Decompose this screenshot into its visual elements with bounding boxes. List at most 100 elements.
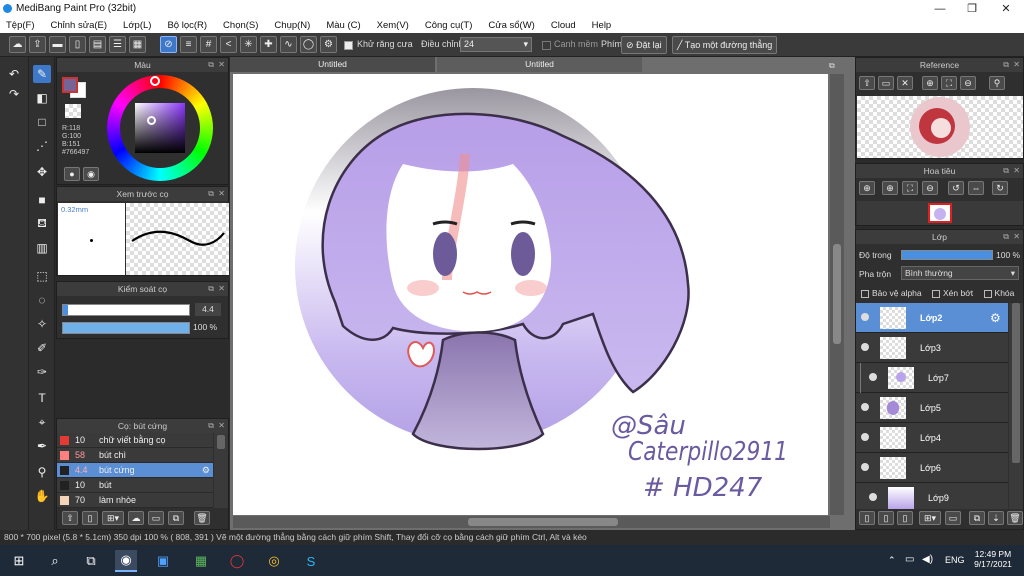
horizontal-scrollbar[interactable]: [233, 516, 830, 528]
brush-item-active[interactable]: 4.4 bút cứng ⚙: [57, 463, 213, 478]
layer-row-lop2[interactable]: Lớp2 ⚙: [856, 303, 1008, 333]
skype-icon[interactable]: S: [300, 550, 322, 572]
menu-color[interactable]: Màu (C): [326, 20, 360, 31]
hue-picker[interactable]: [150, 76, 160, 86]
zoom-out-icon[interactable]: ⊖: [922, 181, 938, 195]
eye-icon[interactable]: [869, 373, 877, 381]
eraser-tool-icon[interactable]: ◧: [33, 89, 51, 107]
close-icon[interactable]: ✕: [218, 419, 225, 433]
popout-icon[interactable]: ⧉: [1003, 230, 1009, 244]
popout-icon[interactable]: ⧉: [208, 58, 214, 72]
eye-icon[interactable]: [861, 403, 869, 411]
merge-icon[interactable]: ⇣: [988, 511, 1004, 525]
cloud-icon[interactable]: ☁: [9, 36, 26, 53]
menu-edit[interactable]: Chỉnh sửa(E): [51, 20, 108, 31]
adjust-select[interactable]: 24 ▾: [460, 37, 532, 52]
medibang-taskbar-icon[interactable]: ◉: [115, 550, 137, 572]
upload-icon[interactable]: ⇪: [29, 36, 46, 53]
brush-list-scrollbar[interactable]: [214, 433, 228, 508]
brush-item[interactable]: 70 làm nhòe: [57, 493, 213, 508]
hue-wheel[interactable]: [107, 75, 213, 181]
clipping-checkbox[interactable]: [932, 289, 940, 298]
menu-view[interactable]: Xem(V): [377, 20, 409, 31]
zoom-in-icon[interactable]: ⊕: [922, 76, 938, 90]
brush-size-slider[interactable]: [62, 304, 190, 316]
popout-icon[interactable]: ⧉: [1003, 58, 1009, 72]
popout-icon[interactable]: ⧉: [208, 419, 214, 433]
navigator-view[interactable]: [857, 201, 1023, 225]
scroll-thumb[interactable]: [217, 435, 225, 449]
folder-icon[interactable]: ▭: [148, 511, 164, 525]
blend-select[interactable]: Bình thường ▾: [901, 266, 1019, 280]
eyedrop-color-icon[interactable]: ◉: [83, 167, 99, 181]
layer-opacity-slider[interactable]: [901, 250, 993, 260]
panel-icon[interactable]: ☰: [109, 36, 126, 53]
parallel-snap-icon[interactable]: ≡: [180, 36, 197, 53]
circle-snap-icon[interactable]: ◯: [300, 36, 317, 53]
eye-icon[interactable]: [861, 343, 869, 351]
gear-icon[interactable]: ⚙: [990, 311, 1001, 325]
select-rect-icon[interactable]: ⬚: [33, 267, 51, 285]
language-indicator[interactable]: ENG: [945, 555, 965, 565]
cross-snap-icon[interactable]: ✚: [260, 36, 277, 53]
popout-icon[interactable]: ⧉: [208, 187, 214, 201]
brush-opacity-slider[interactable]: [62, 322, 190, 334]
app-taskbar-icon[interactable]: ▣: [152, 550, 174, 572]
vertical-scrollbar[interactable]: [830, 74, 844, 515]
popout-icon[interactable]: ⧉: [208, 282, 214, 296]
select-eraser-icon[interactable]: ✑: [33, 363, 51, 381]
network-icon[interactable]: ▭: [905, 554, 914, 565]
settings-icon[interactable]: ⚙: [320, 36, 337, 53]
eye-icon[interactable]: [861, 433, 869, 441]
menu-tools[interactable]: Công cụ(T): [425, 20, 473, 31]
trash-icon[interactable]: 🗑: [194, 511, 210, 525]
hand-tool-icon[interactable]: ✋: [33, 487, 51, 505]
menu-window[interactable]: Cửa sổ(W): [488, 20, 534, 31]
add-layer-icon[interactable]: ⊞▾: [919, 511, 941, 525]
flip-icon[interactable]: ⇔: [968, 181, 984, 195]
layer-row-lop4[interactable]: Lớp4: [856, 423, 1008, 453]
bucket-tool-icon[interactable]: ⛾: [33, 215, 51, 233]
brush-item[interactable]: 10 chữ viết bằng cọ: [57, 433, 213, 448]
opera-icon[interactable]: ◯: [226, 550, 248, 572]
fill-rect-tool-icon[interactable]: ■: [33, 191, 51, 209]
volume-icon[interactable]: ◀): [922, 554, 933, 565]
close-icon[interactable]: ✕: [1013, 58, 1020, 72]
chrome-icon[interactable]: ◎: [263, 550, 285, 572]
tab-untitled-1[interactable]: Untitled: [230, 57, 435, 72]
clock[interactable]: 12:49 PM 9/17/2021: [972, 549, 1014, 569]
shape-tool-icon[interactable]: □: [33, 113, 51, 131]
close-icon[interactable]: ✕: [1013, 164, 1020, 178]
zoom-in-2-icon[interactable]: ⊕: [882, 181, 898, 195]
eye-icon[interactable]: [861, 463, 869, 471]
folder-icon[interactable]: ▭: [945, 511, 961, 525]
new-layer-icon[interactable]: ▯: [859, 511, 875, 525]
zoom-out-icon[interactable]: ⊖: [960, 76, 976, 90]
rotate-right-icon[interactable]: ↻: [992, 181, 1008, 195]
menu-select[interactable]: Chọn(S): [223, 20, 258, 31]
fit-icon[interactable]: ⛶: [902, 181, 918, 195]
straight-line-button[interactable]: ╱ Tạo một đường thẳng: [672, 36, 778, 54]
close-button[interactable]: ✕: [990, 0, 1022, 18]
eye-icon[interactable]: [861, 313, 869, 321]
cloud-brush-icon[interactable]: ☁: [128, 511, 144, 525]
close-icon[interactable]: ✕: [218, 187, 225, 201]
close-reference-icon[interactable]: ✕: [897, 76, 913, 90]
pen-tool-icon[interactable]: ✒: [33, 437, 51, 455]
upload-brush-icon[interactable]: ⇧: [62, 511, 78, 525]
curve-snap-icon[interactable]: ∿: [280, 36, 297, 53]
antialias-checkbox[interactable]: [344, 41, 353, 50]
menu-filter[interactable]: Bộ lọc(R): [167, 20, 207, 31]
sv-picker[interactable]: [147, 116, 156, 125]
foreground-color-swatch[interactable]: [62, 77, 78, 93]
eyedropper-icon[interactable]: ⚲: [989, 76, 1005, 90]
layer-row-lop3[interactable]: Lớp3: [856, 333, 1008, 363]
brush-tool-icon[interactable]: ✎: [33, 65, 51, 83]
palette-icon[interactable]: ●: [64, 167, 80, 181]
menu-snap[interactable]: Chụp(N): [274, 20, 310, 31]
tab-untitled-2[interactable]: Untitled: [437, 57, 642, 72]
add-brush-icon[interactable]: ⊞▾: [102, 511, 124, 525]
snap-off-icon[interactable]: ⊘: [160, 36, 177, 53]
folder-icon[interactable]: ▭: [878, 76, 894, 90]
reset-button[interactable]: ⊘ Đặt lại: [621, 36, 667, 54]
